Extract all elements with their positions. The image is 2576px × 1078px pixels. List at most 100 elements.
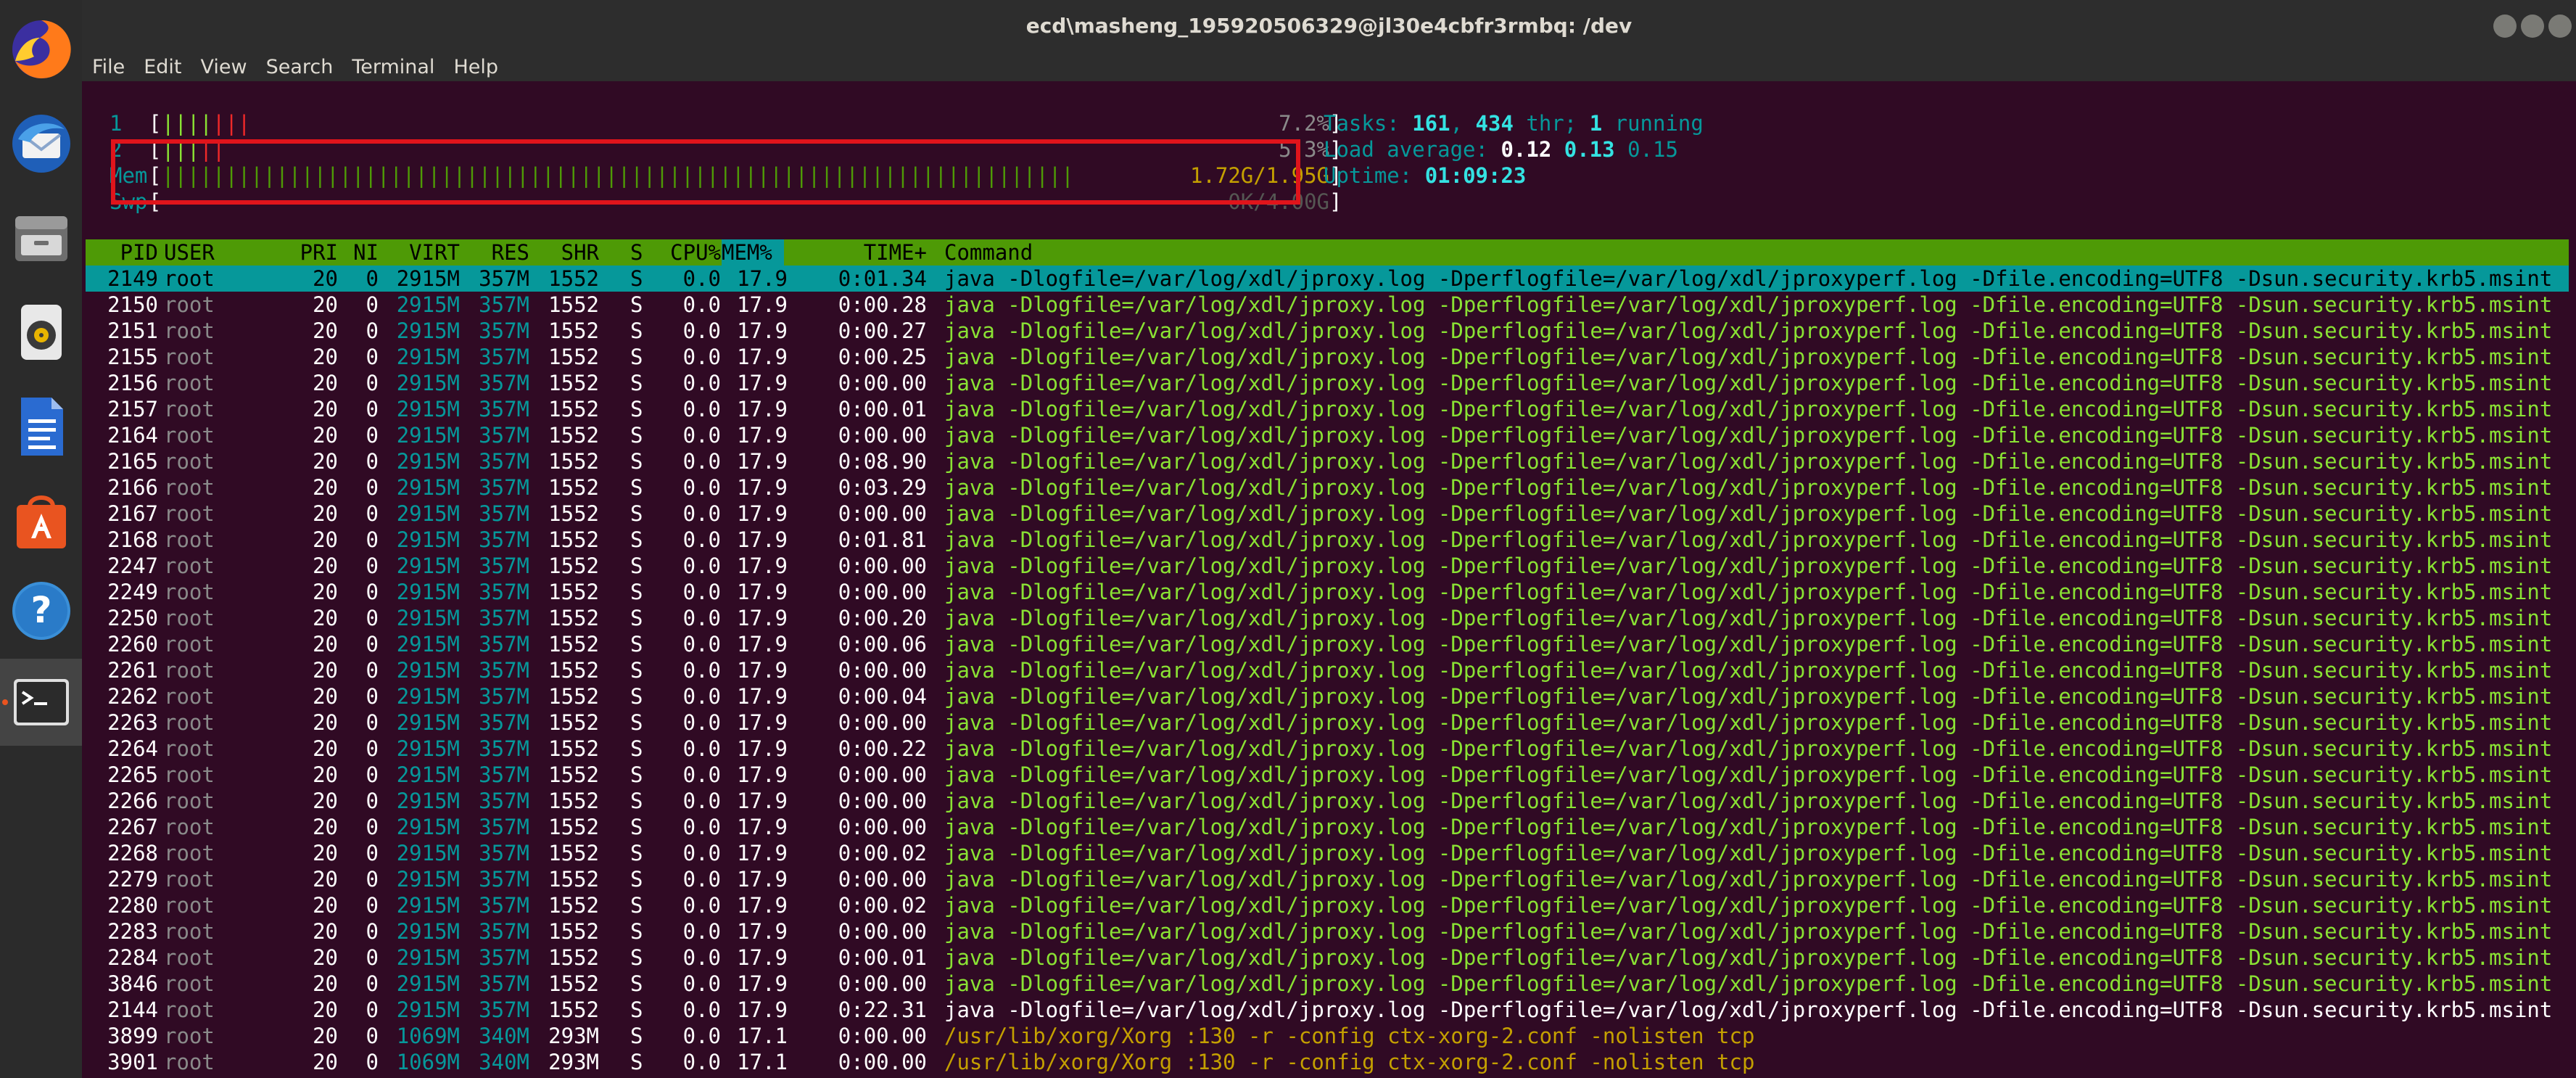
menu-edit[interactable]: Edit	[144, 56, 181, 78]
process-row[interactable]: 2167 root 20 0 2915M 357M 1552 S 0.0 17.9 0:00.00 j…	[86, 501, 2569, 527]
state-cell: S	[630, 475, 643, 500]
pri-cell: 20	[313, 736, 338, 761]
virt-cell: 2915M	[396, 815, 460, 839]
command-cell: java -Dlogfile=/var/log/xdl/jproxy.log -…	[944, 710, 2553, 735]
process-row[interactable]: 2164 root 20 0 2915M 357M 1552 S 0.0 17.9 0:00.00 j…	[86, 422, 2569, 448]
cpu-cell: 0.0	[682, 658, 721, 683]
terminal-launcher[interactable]	[0, 659, 82, 746]
time-cell: 0:00.00	[838, 971, 927, 996]
process-row[interactable]: 3901 root 20 0 1069M 340M 293M S 0.0 17.1 0:00.00 /…	[86, 1049, 2569, 1075]
process-row[interactable]: 2165 root 20 0 2915M 357M 1552 S 0.0 17.9 0:08.90 j…	[86, 448, 2569, 474]
process-row[interactable]: 2144 root 20 0 2915M 357M 1552 S 0.0 17.9 0:22.31 j…	[86, 997, 2569, 1023]
process-row[interactable]: 2155 root 20 0 2915M 357M 1552 S 0.0 17.9 0:00.25 j…	[86, 344, 2569, 370]
process-row[interactable]: 2262 root 20 0 2915M 357M 1552 S 0.0 17.9 0:00.04 j…	[86, 683, 2569, 709]
process-row[interactable]: 2263 root 20 0 2915M 357M 1552 S 0.0 17.9 0:00.00 j…	[86, 709, 2569, 736]
col-time[interactable]: TIME+	[811, 239, 927, 266]
command-cell: java -Dlogfile=/var/log/xdl/jproxy.log -…	[944, 841, 2553, 865]
process-row[interactable]: 2166 root 20 0 2915M 357M 1552 S 0.0 17.9 0:03.29 j…	[86, 474, 2569, 501]
writer-launcher[interactable]	[0, 383, 82, 470]
shr-cell: 1552	[548, 266, 599, 291]
process-row[interactable]: 2250 root 20 0 2915M 357M 1552 S 0.0 17.9 0:00.20 j…	[86, 605, 2569, 631]
pri-cell: 20	[313, 449, 338, 474]
mem-cell: 17.9	[737, 527, 788, 552]
user-cell: root	[164, 658, 215, 683]
pri-cell: 20	[313, 606, 338, 630]
process-row[interactable]: 2249 root 20 0 2915M 357M 1552 S 0.0 17.9 0:00.00 j…	[86, 579, 2569, 605]
terminal-area[interactable]: 1 [ ||||||| 7.2% ] 2 [ ||||| 5.3% ] Mem …	[82, 81, 2576, 1078]
virt-cell: 2915M	[396, 554, 460, 578]
menu-view[interactable]: View	[200, 56, 247, 78]
rhythmbox-launcher[interactable]	[0, 289, 82, 376]
pri-cell: 20	[313, 762, 338, 787]
process-row[interactable]: 2280 root 20 0 2915M 357M 1552 S 0.0 17.9 0:00.02 j…	[86, 892, 2569, 918]
process-row[interactable]: 2268 root 20 0 2915M 357M 1552 S 0.0 17.9 0:00.02 j…	[86, 840, 2569, 866]
cpu1-bar: |||||||	[162, 111, 251, 136]
time-cell: 0:00.06	[838, 632, 927, 657]
mem-cell: 17.9	[737, 867, 788, 892]
process-row[interactable]: 2265 root 20 0 2915M 357M 1552 S 0.0 17.9 0:00.00 j…	[86, 762, 2569, 788]
files-launcher[interactable]	[0, 194, 82, 281]
user-cell: root	[164, 789, 215, 813]
firefox-launcher[interactable]	[0, 6, 82, 93]
virt-cell: 2915M	[396, 762, 460, 787]
command-cell: java -Dlogfile=/var/log/xdl/jproxy.log -…	[944, 789, 2553, 813]
command-cell: java -Dlogfile=/var/log/xdl/jproxy.log -…	[944, 606, 2553, 630]
user-cell: root	[164, 501, 215, 526]
pri-cell: 20	[313, 318, 338, 343]
state-cell: S	[630, 841, 643, 865]
user-cell: root	[164, 1050, 215, 1074]
user-cell: root	[164, 318, 215, 343]
menu-file[interactable]: File	[92, 56, 125, 78]
process-row[interactable]: 2261 root 20 0 2915M 357M 1552 S 0.0 17.9 0:00.00 j…	[86, 657, 2569, 683]
shr-cell: 1552	[548, 867, 599, 892]
res-cell: 357M	[479, 971, 529, 996]
mem-cell: 17.9	[737, 292, 788, 317]
process-row[interactable]: 2156 root 20 0 2915M 357M 1552 S 0.0 17.9 0:00.00 j…	[86, 370, 2569, 396]
process-row-selected[interactable]: 2149 root 20 0 2915M 357M 1552 S 0.0 17.9 0:01.34 j…	[86, 266, 2569, 292]
minimize-button[interactable]	[2493, 15, 2517, 38]
process-row[interactable]: 3846 root 20 0 2915M 357M 1552 S 0.0 17.9 0:00.00 j…	[86, 971, 2569, 997]
process-row[interactable]: 2151 root 20 0 2915M 357M 1552 S 0.0 17.9 0:00.27 j…	[86, 318, 2569, 344]
process-row[interactable]: 2247 root 20 0 2915M 357M 1552 S 0.0 17.9 0:00.00 j…	[86, 553, 2569, 579]
res-cell: 357M	[479, 919, 529, 944]
process-row[interactable]: 2267 root 20 0 2915M 357M 1552 S 0.0 17.9 0:00.00 j…	[86, 814, 2569, 840]
res-cell: 340M	[479, 1024, 529, 1048]
menu-terminal[interactable]: Terminal	[352, 56, 434, 78]
res-cell: 357M	[479, 997, 529, 1022]
mem-cell: 17.9	[737, 554, 788, 578]
process-row[interactable]: 2157 root 20 0 2915M 357M 1552 S 0.0 17.9 0:00.01 j…	[86, 396, 2569, 422]
process-row[interactable]: 2150 root 20 0 2915M 357M 1552 S 0.0 17.9 0:00.28 j…	[86, 292, 2569, 318]
mem-cell: 17.9	[737, 658, 788, 683]
cpu-cell: 0.0	[682, 684, 721, 709]
process-row[interactable]: 2279 root 20 0 2915M 357M 1552 S 0.0 17.9 0:00.00 j…	[86, 866, 2569, 892]
state-cell: S	[630, 789, 643, 813]
menu-search[interactable]: Search	[266, 56, 334, 78]
process-row[interactable]: 2266 root 20 0 2915M 357M 1552 S 0.0 17.9 0:00.00 j…	[86, 788, 2569, 814]
ni-cell: 0	[366, 449, 379, 474]
cpu-cell: 0.0	[682, 1024, 721, 1048]
close-button[interactable]	[2548, 15, 2572, 38]
pri-cell: 20	[313, 501, 338, 526]
command-cell: java -Dlogfile=/var/log/xdl/jproxy.log -…	[944, 919, 2553, 944]
state-cell: S	[630, 971, 643, 996]
title-bar[interactable]: ecd\masheng_195920506329@jl30e4cbfr3rmbq…	[82, 0, 2576, 52]
mem-cell: 17.9	[737, 371, 788, 395]
process-row[interactable]: 2284 root 20 0 2915M 357M 1552 S 0.0 17.9 0:00.01 j…	[86, 945, 2569, 971]
process-row[interactable]: 2264 root 20 0 2915M 357M 1552 S 0.0 17.9 0:00.22 j…	[86, 736, 2569, 762]
software-center-launcher[interactable]	[0, 477, 82, 564]
res-cell: 357M	[479, 266, 529, 291]
process-row[interactable]: 2168 root 20 0 2915M 357M 1552 S 0.0 17.9 0:01.81 j…	[86, 527, 2569, 553]
col-command[interactable]: Command	[944, 239, 1033, 266]
process-row[interactable]: 2260 root 20 0 2915M 357M 1552 S 0.0 17.9 0:00.06 j…	[86, 631, 2569, 657]
menu-help[interactable]: Help	[453, 56, 498, 78]
mem-cell: 17.9	[737, 945, 788, 970]
process-row[interactable]: 3899 root 20 0 1069M 340M 293M S 0.0 17.1 0:00.00 /…	[86, 1023, 2569, 1049]
time-cell: 0:00.20	[838, 606, 927, 630]
pid-cell: 2283	[107, 919, 158, 944]
pri-cell: 20	[313, 475, 338, 500]
pid-cell: 2262	[107, 684, 158, 709]
process-row[interactable]: 2283 root 20 0 2915M 357M 1552 S 0.0 17.9 0:00.00 j…	[86, 918, 2569, 945]
maximize-button[interactable]	[2521, 15, 2544, 38]
help-launcher[interactable]: ?	[0, 567, 82, 654]
thunderbird-launcher[interactable]	[0, 100, 82, 187]
